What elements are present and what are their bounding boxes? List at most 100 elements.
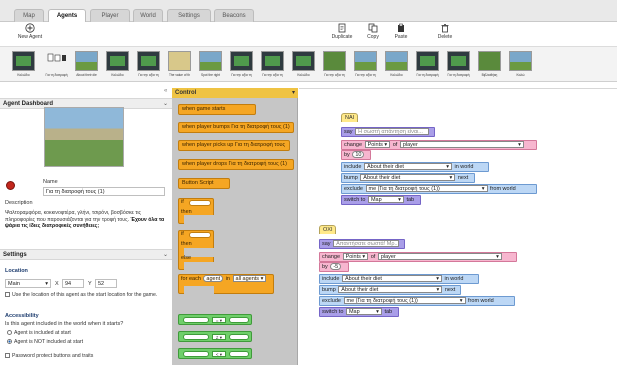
agent-thumbnail[interactable]: Καλώδιο [383, 49, 410, 81]
agent-thumbnail[interactable]: The value of th [166, 49, 193, 81]
switch-tab-block[interactable]: switch to Map ▾ tab [341, 195, 421, 205]
switch-select[interactable]: Map ▾ [345, 308, 382, 315]
tab-world[interactable]: World [133, 9, 163, 22]
for-each-block[interactable]: for each agent in all agents ▾ [178, 274, 274, 295]
agent-name-field[interactable]: Για τη διατροφή τους (1) [43, 187, 165, 196]
password-protect-checkbox[interactable]: Password protect buttons and traits [5, 353, 93, 359]
tab-player[interactable]: Player [90, 9, 130, 22]
include-block[interactable]: include About their diet ▾ in world [319, 274, 479, 284]
script-button-hat[interactable]: NAI [341, 113, 359, 122]
when-player-picks-up-block[interactable]: when player picks up Για τη διατροφή του… [178, 140, 290, 151]
exclude-select[interactable]: me (Για τη διατροφή τους (1)) ▾ [365, 185, 488, 192]
delete-button[interactable]: Delete [432, 23, 458, 40]
for-each-set-select[interactable]: all agents ▾ [232, 275, 267, 282]
agent-thumbnail[interactable]: Για τη διατροφή [445, 49, 472, 81]
tab-agents[interactable]: Agents [48, 9, 86, 23]
compare-equals-block[interactable]: = ▾ [178, 314, 252, 325]
x-coordinate-field[interactable]: 94 [62, 279, 84, 288]
agent-thumbnail[interactable]: Spot the right [197, 49, 224, 81]
collapse-panel-icon[interactable]: « [164, 88, 167, 94]
operator-select[interactable]: = ▾ [212, 317, 226, 323]
included-at-start-radio[interactable]: Agent is included at start [7, 330, 71, 336]
when-player-drops-block[interactable]: when player drops Για τη διατροφή τους (… [178, 159, 294, 170]
when-player-bumps-block[interactable]: when player bumps Για τη διατροφή τους (… [178, 122, 294, 133]
of-label: of [370, 254, 376, 260]
exclude-select[interactable]: me (Για τη διατροφή τους (1)) ▾ [343, 297, 466, 304]
change-label: change [344, 142, 363, 148]
tab-settings[interactable]: Settings [167, 9, 211, 22]
compare-not-equal-block[interactable]: ≠ ▾ [178, 331, 252, 342]
change-trait-block[interactable]: change Points ▾ of player ▾ [319, 252, 517, 262]
agent-thumbnail[interactable]: Για την αξία τη [228, 49, 255, 81]
duplicate-button[interactable]: Duplicate [328, 23, 356, 40]
right-operand-slot[interactable] [229, 351, 249, 357]
say-text-input[interactable]: Η σωστή απάντηση είναι... [355, 128, 430, 135]
bump-block[interactable]: bump About their diet ▾ next [341, 173, 475, 183]
exclude-block[interactable]: exclude me (Για τη διατροφή τους (1)) ▾ f… [341, 184, 537, 194]
not-included-at-start-radio[interactable]: Agent is NOT included at start [7, 339, 83, 345]
trait-select[interactable]: Points ▾ [364, 141, 391, 148]
if-then-block[interactable]: if then [178, 198, 214, 224]
script-button-hat[interactable]: ΟΧΙ [319, 225, 337, 234]
agent-thumbnail[interactable]: Καλώδιο [104, 49, 131, 81]
stop-icon[interactable] [6, 181, 15, 190]
trait-select[interactable]: Points ▾ [342, 253, 369, 260]
agent-thumbnail[interactable]: Για την αξία τη [352, 49, 379, 81]
tab-map[interactable]: Map [14, 9, 44, 22]
bump-select[interactable]: About their diet ▾ [360, 174, 456, 181]
agent-thumbnail[interactable]: Καλώδιο [290, 49, 317, 81]
tab-beacons[interactable]: Beacons [214, 9, 254, 22]
by-value-input[interactable]: -5 [330, 263, 342, 270]
settings-header[interactable]: Settings ⌄ [0, 249, 172, 260]
condition-slot [189, 232, 211, 238]
operator-select[interactable]: < ▾ [212, 351, 226, 357]
y-coordinate-field[interactable]: 52 [95, 279, 117, 288]
by-value-input[interactable]: 10 [352, 151, 365, 158]
change-trait-block[interactable]: change Points ▾ of player ▾ [341, 140, 537, 150]
script-workspace[interactable]: NAI say Η σωστή απάντηση είναι... change… [299, 88, 617, 365]
button-script-block[interactable]: Button Script [178, 178, 230, 189]
by-block[interactable]: by -5 [319, 262, 349, 272]
bump-select[interactable]: About their diet ▾ [338, 286, 443, 293]
agent-thumbnail-image [292, 51, 315, 71]
agent-thumbnail[interactable]: Για την αξία τη [321, 49, 348, 81]
paste-button[interactable]: Paste [390, 23, 412, 40]
say-block[interactable]: say Η σωστή απάντηση είναι... [341, 127, 435, 137]
agent-thumbnail[interactable]: Για τη διατροφή [414, 49, 441, 81]
left-operand-slot[interactable] [183, 317, 209, 323]
target-select[interactable]: player ▾ [377, 253, 502, 260]
target-select[interactable]: player ▾ [399, 141, 524, 148]
agent-thumbnail[interactable]: Καλώ [507, 49, 534, 81]
if-then-else-block[interactable]: if then else [178, 230, 214, 271]
operator-select[interactable]: ≠ ▾ [212, 334, 226, 340]
agent-thumbnail[interactable]: Για την αξία τη [135, 49, 162, 81]
exclude-block[interactable]: exclude me (Για τη διατροφή τους (1)) ▾ f… [319, 296, 515, 306]
agent-thumbnail[interactable]: Βιβλιοθήκη [476, 49, 503, 81]
include-select[interactable]: About their diet ▾ [341, 275, 442, 282]
right-operand-slot[interactable] [229, 334, 249, 340]
when-game-starts-block[interactable]: when game starts [178, 104, 256, 115]
say-text-input[interactable]: Απαντήσατε σωστά! Μρ... [333, 240, 400, 247]
right-operand-slot[interactable] [229, 317, 249, 323]
compare-less-than-block[interactable]: < ▾ [178, 348, 252, 359]
left-operand-slot[interactable] [183, 351, 209, 357]
bump-block[interactable]: bump About their diet ▾ next [319, 285, 461, 295]
agent-thumbnail-selected[interactable]: Για τη διατροφή [43, 49, 70, 81]
palette-header[interactable]: Control ▾ [172, 88, 298, 98]
say-block[interactable]: say Απαντήσατε σωστά! Μρ... [319, 239, 405, 249]
by-block[interactable]: by 10 [341, 150, 371, 160]
left-operand-slot[interactable] [183, 334, 209, 340]
new-agent-button[interactable]: New Agent [12, 23, 48, 40]
for-each-variable[interactable]: agent [203, 275, 224, 282]
agent-thumbnail[interactable]: About their die [73, 49, 100, 81]
agent-thumbnail[interactable]: Για την αξία τη [259, 49, 286, 81]
switch-select[interactable]: Map ▾ [367, 196, 404, 203]
map-select[interactable]: Main ▾ [5, 279, 51, 288]
switch-tab-block[interactable]: switch to Map ▾ tab [319, 307, 399, 317]
copy-button[interactable]: Copy [362, 23, 384, 40]
agent-thumbnail[interactable]: Καλώδιο [10, 49, 37, 81]
use-location-checkbox[interactable]: Use the location of this agent as the st… [5, 292, 165, 299]
include-block[interactable]: include About their diet ▾ in world [341, 162, 489, 172]
include-select[interactable]: About their diet ▾ [363, 163, 452, 170]
agent-description[interactable]: Ψαλτοραμφόρα, κοκκινοφτέρα, γλήνι, τσιρό… [5, 210, 165, 230]
